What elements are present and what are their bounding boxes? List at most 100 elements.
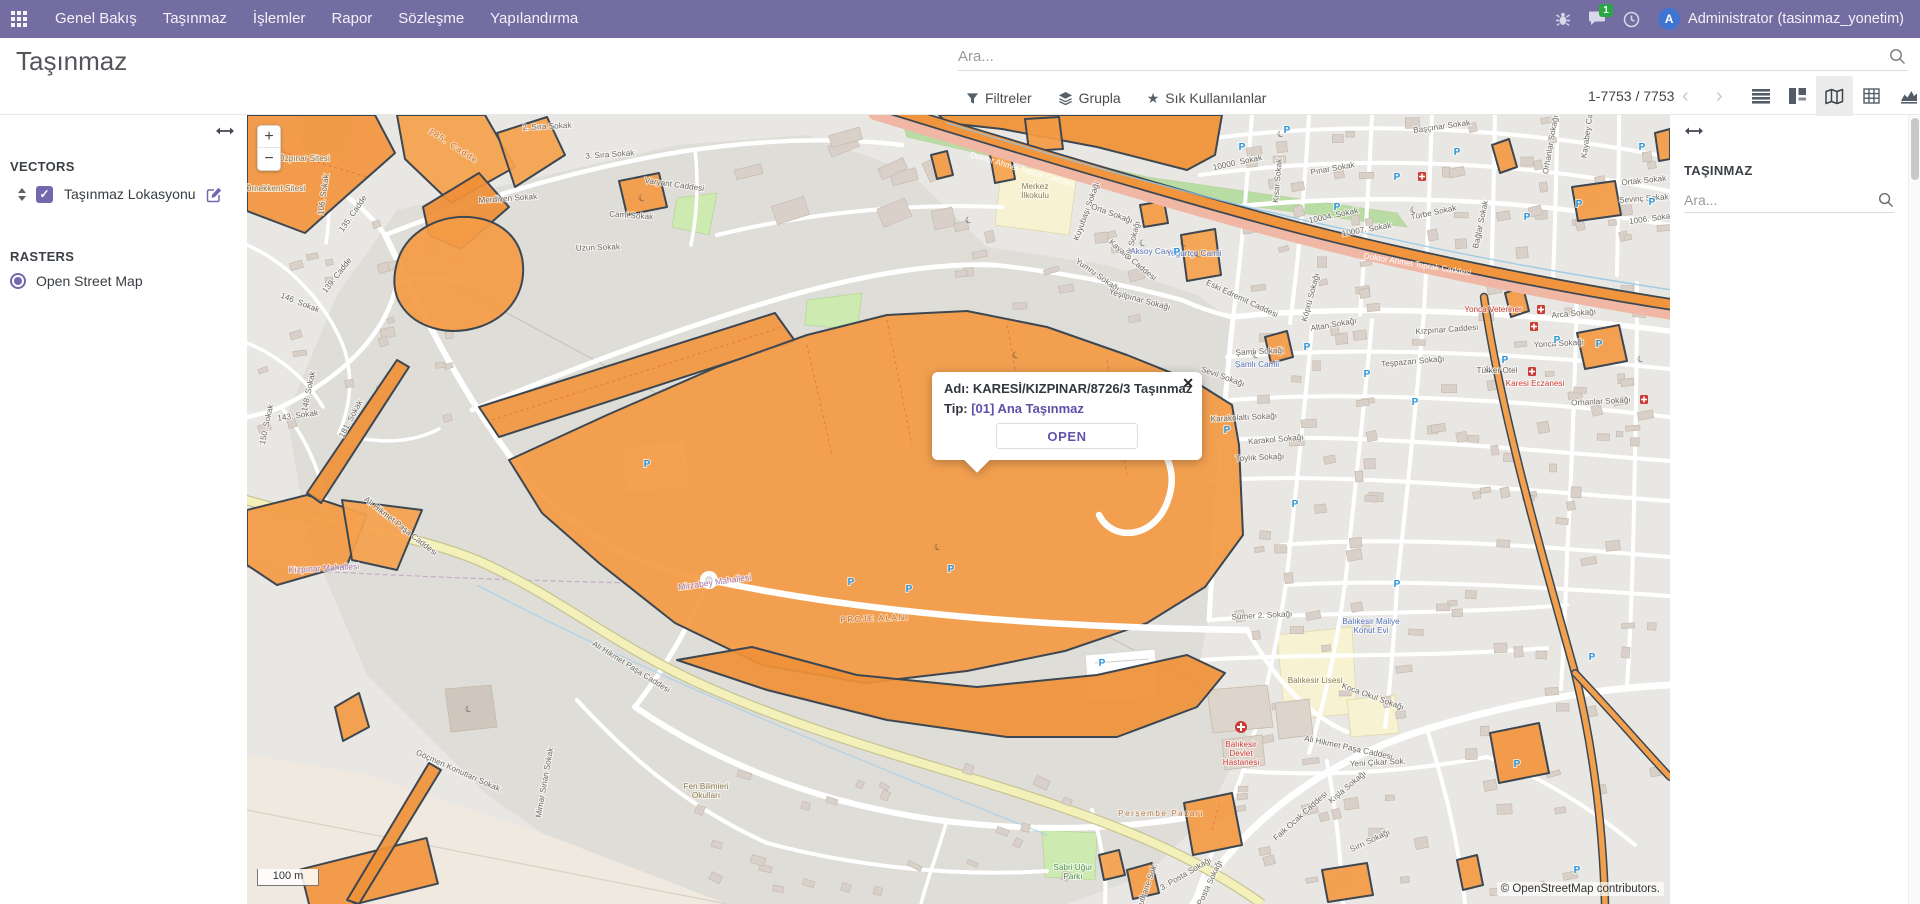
scrollbar-thumb[interactable] xyxy=(1911,118,1919,180)
map-building xyxy=(1456,431,1468,442)
feature-search-icon[interactable] xyxy=(1878,192,1894,208)
map-building xyxy=(1521,157,1534,166)
parking-marker: P xyxy=(1394,172,1401,183)
layers-panel: VECTORS ✓ Taşınmaz Lokasyonu RASTERS Ope… xyxy=(0,115,247,904)
map-building xyxy=(1257,395,1269,404)
view-pivot-button[interactable] xyxy=(1853,76,1890,116)
map-building xyxy=(1556,704,1569,711)
map-building xyxy=(1566,501,1575,511)
vector-layer-checkbox[interactable]: ✓ xyxy=(36,186,53,203)
layer-sort-icon[interactable] xyxy=(18,188,26,201)
map-building xyxy=(325,259,333,266)
view-graph-button[interactable] xyxy=(1890,76,1920,116)
user-menu[interactable]: Administrator (tasinmaz_yonetim) xyxy=(1688,11,1910,27)
message-count-badge: 1 xyxy=(1599,4,1613,17)
layers-icon xyxy=(1058,91,1073,106)
map-building xyxy=(1349,537,1362,548)
view-list-button[interactable] xyxy=(1742,76,1779,116)
pharmacy-icon xyxy=(1640,395,1648,404)
map-street-label: Devlet xyxy=(1229,749,1253,758)
map-street-label: Parkı xyxy=(1063,872,1082,881)
nav-item-genel-bak-[interactable]: Genel Bakış xyxy=(42,0,150,38)
map-building xyxy=(1396,665,1413,673)
hospital-icon xyxy=(1235,721,1247,733)
nav-item-s-zle-me[interactable]: Sözleşme xyxy=(385,0,477,38)
map-street-label: Yonca Veteriner xyxy=(1464,305,1522,314)
map-building xyxy=(1452,609,1463,617)
view-map-button[interactable] xyxy=(1816,76,1853,116)
nav-item-yap-land-rma[interactable]: Yapılandırma xyxy=(477,0,591,38)
pharmacy-icon xyxy=(1418,172,1426,181)
map-building xyxy=(1472,491,1481,499)
popup-type-link[interactable]: [01] Ana Taşınmaz xyxy=(971,401,1084,416)
map-building xyxy=(1332,135,1343,143)
view-kanban-button[interactable] xyxy=(1779,76,1816,116)
map-building xyxy=(1346,549,1362,562)
map-building xyxy=(1536,651,1547,659)
activities-clock-icon[interactable] xyxy=(1614,0,1648,38)
control-panel: Taşınmaz Filtreler Grupla ★ xyxy=(0,38,1920,115)
apps-grid-icon[interactable] xyxy=(0,0,38,38)
favorites-button[interactable]: ★ Sık Kullanılanlar xyxy=(1147,90,1267,107)
map-street-label: Perşembe Pazarı xyxy=(1118,809,1204,818)
map-building xyxy=(1556,518,1569,525)
map-building xyxy=(1441,385,1456,393)
pharmacy-icon xyxy=(1530,322,1538,331)
search-input[interactable] xyxy=(958,48,1889,65)
map-canvas[interactable]: 2. Sıra Sokak3. Sıra SokakVaryant Caddes… xyxy=(247,115,1670,904)
nav-item-i-lemler[interactable]: İşlemler xyxy=(240,0,319,38)
page-title: Taşınmaz xyxy=(16,46,127,77)
messages-icon[interactable]: 1 xyxy=(1580,0,1614,38)
map-building xyxy=(1545,371,1554,376)
map-building xyxy=(1400,876,1409,883)
popup-open-button[interactable]: OPEN xyxy=(996,423,1138,449)
search-icon[interactable] xyxy=(1889,48,1906,65)
map-building xyxy=(1514,646,1524,657)
map-building xyxy=(435,362,445,368)
parking-marker: P xyxy=(1639,142,1646,153)
map-building xyxy=(1468,435,1479,443)
map-building xyxy=(1095,232,1109,244)
map-building xyxy=(1549,464,1556,472)
map-building xyxy=(1647,161,1656,169)
filters-button[interactable]: Filtreler xyxy=(966,90,1032,106)
pager-next[interactable]: › xyxy=(1716,84,1723,108)
feature-popup: ✕ Adı: KARESİ/KIZPINAR/8726/3 Taşınmaz T… xyxy=(932,372,1202,460)
map-zoom-controls: + − xyxy=(257,125,281,171)
map-building xyxy=(1620,378,1634,387)
map-building xyxy=(1642,152,1652,162)
map-building xyxy=(1497,804,1512,815)
panel-resize-handle[interactable] xyxy=(215,125,235,137)
vertical-scrollbar[interactable] xyxy=(1908,115,1920,904)
feature-search-input[interactable] xyxy=(1684,192,1878,208)
map-building xyxy=(955,270,967,277)
map-building xyxy=(345,379,354,388)
parking-marker: P xyxy=(1596,339,1603,350)
map-building xyxy=(1260,531,1271,540)
zoom-in-button[interactable]: + xyxy=(258,126,280,148)
map-building xyxy=(1301,419,1317,428)
raster-radio[interactable] xyxy=(10,273,26,289)
map-building xyxy=(1364,458,1376,469)
panel-resize-handle-right[interactable] xyxy=(1684,125,1704,137)
nav-item-ta-nmaz[interactable]: Taşınmaz xyxy=(150,0,240,38)
parking-marker: P xyxy=(1334,202,1341,213)
parking-marker: P xyxy=(1574,865,1581,876)
zoom-out-button[interactable]: − xyxy=(258,148,280,170)
pager-prev[interactable]: ‹ xyxy=(1682,84,1689,108)
map-street-label: Örnekkent Sitesi xyxy=(247,183,305,193)
popup-close-icon[interactable]: ✕ xyxy=(1182,375,1194,392)
nav-item-rapor[interactable]: Rapor xyxy=(318,0,385,38)
parking-marker: P xyxy=(1454,147,1461,158)
map-building xyxy=(1494,643,1507,653)
map-building xyxy=(1657,225,1670,232)
avatar[interactable]: A xyxy=(1658,8,1680,30)
edit-layer-icon[interactable] xyxy=(206,186,223,203)
map-building xyxy=(1290,626,1304,633)
pharmacy-icon xyxy=(1537,305,1545,314)
top-navbar: Genel BakışTaşınmazİşlemlerRaporSözleşme… xyxy=(0,0,1920,38)
pharmacy-icon xyxy=(1528,367,1536,376)
groupby-button[interactable]: Grupla xyxy=(1058,90,1121,106)
map-scalebar: 100 m xyxy=(257,869,319,886)
bug-icon[interactable] xyxy=(1546,0,1580,38)
